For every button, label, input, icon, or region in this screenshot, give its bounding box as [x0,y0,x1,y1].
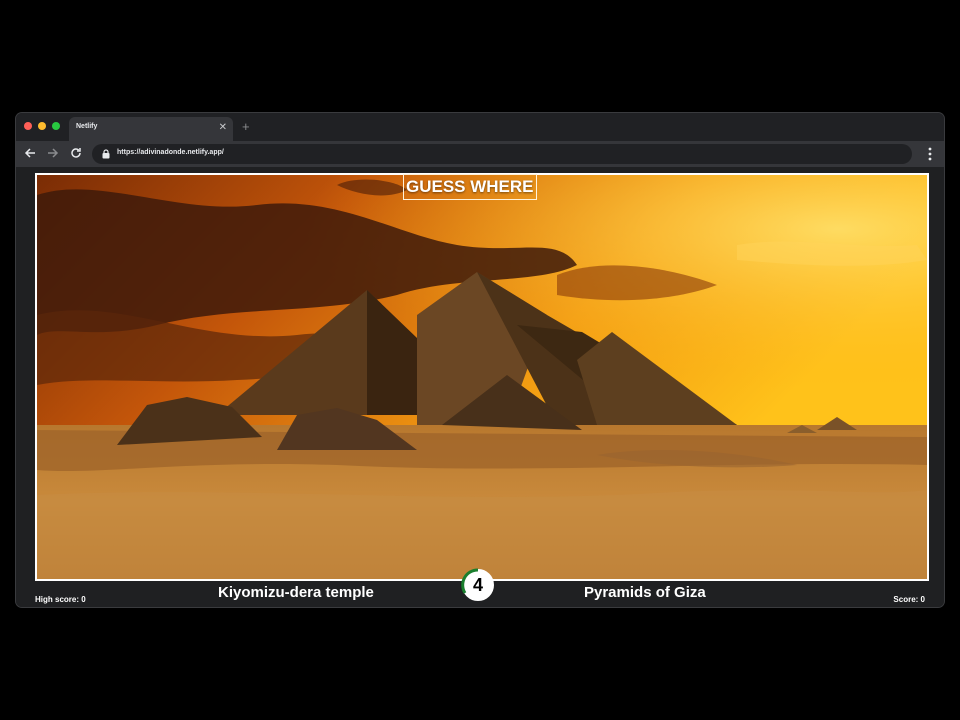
timer-value: 4 [472,575,483,595]
minimize-window-button[interactable] [38,122,46,130]
score-label: Score: 0 [893,595,925,604]
game-title: GUESS WHERE [403,174,537,200]
tab-title: Netlify [76,123,98,130]
tab-strip: Netlify ✕ + [16,113,944,141]
countdown-timer: 4 [461,568,495,602]
high-score-label: High score: 0 [35,595,86,604]
location-photo [35,173,929,581]
page-viewport: GUESS WHERE High score: 0 Kiyomizu-dera … [16,167,944,607]
answer-option-1[interactable]: Kiyomizu-dera temple [218,584,374,601]
more-menu-icon[interactable] [924,146,936,162]
back-arrow-icon[interactable] [22,145,38,161]
plus-icon[interactable]: + [242,120,250,134]
browser-tab[interactable]: Netlify ✕ [69,117,233,141]
lock-icon [102,149,110,159]
browser-window: Netlify ✕ + https://adivinadonde.netlify… [16,113,944,607]
close-window-button[interactable] [24,122,32,130]
browser-toolbar: https://adivinadonde.netlify.app/ [16,141,944,167]
answer-option-2[interactable]: Pyramids of Giza [584,584,706,601]
maximize-window-button[interactable] [52,122,60,130]
close-icon[interactable]: ✕ [219,122,227,134]
forward-arrow-icon[interactable] [45,145,61,161]
address-bar[interactable]: https://adivinadonde.netlify.app/ [92,144,912,164]
url-text: https://adivinadonde.netlify.app/ [117,149,224,156]
reload-icon[interactable] [68,145,84,161]
